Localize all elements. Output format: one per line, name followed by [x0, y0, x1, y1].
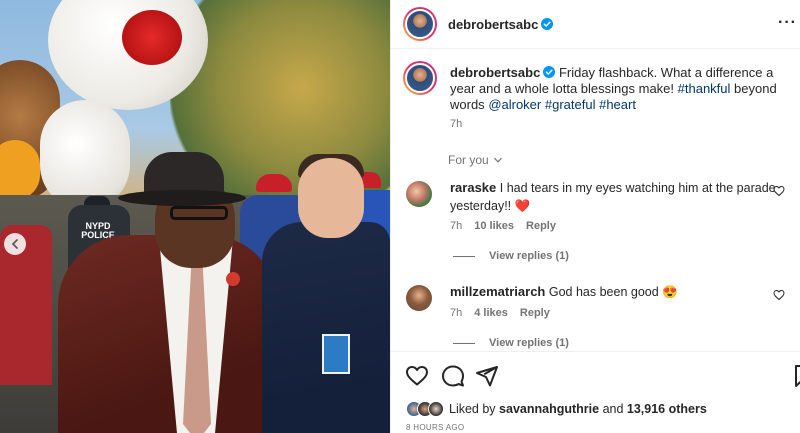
bookmark-icon[interactable]: [791, 364, 800, 388]
reply-button[interactable]: Reply: [520, 307, 550, 319]
liked-by-prefix: Liked by: [449, 402, 496, 416]
comment-meta: 7h 4 likes Reply: [450, 307, 550, 319]
view-replies-label: View replies (1): [489, 337, 569, 349]
comment-emoji: 😍: [662, 285, 678, 299]
carousel-prev-button[interactable]: [4, 233, 26, 255]
post-photo[interactable]: NYPD POLICE: [0, 0, 390, 433]
liked-by-user[interactable]: savannahguthrie: [499, 402, 599, 416]
commenter-username[interactable]: raraske: [450, 180, 496, 195]
verified-badge-icon: [541, 18, 554, 30]
hashtag-grateful[interactable]: #grateful: [545, 97, 596, 112]
comment-body: raraske I had tears in my eyes watching …: [450, 179, 780, 215]
chevron-down-icon: [493, 157, 502, 163]
comment-like-icon[interactable]: [773, 185, 785, 197]
man-smiling-face: [298, 158, 364, 238]
hashtag-heart[interactable]: #heart: [599, 97, 636, 112]
verified-badge-icon: [543, 66, 556, 78]
more-options-button[interactable]: ···: [778, 14, 797, 32]
comment-meta: 7h 10 likes Reply: [450, 220, 556, 232]
author-username[interactable]: debrobertsabc: [448, 17, 554, 32]
parade-balloon-orange: [0, 140, 40, 200]
man-fedora-hat: [118, 152, 246, 210]
comment-like-icon[interactable]: [773, 289, 785, 301]
view-replies-button[interactable]: View replies (1): [453, 250, 569, 262]
comment-sort-label: For you: [448, 153, 489, 167]
post-actions-bar: Liked by savannahguthrie and 13,916 othe…: [391, 351, 800, 433]
liked-by-avatars: [406, 401, 444, 417]
lanyard-badge: [322, 334, 350, 374]
comment-emoji: ❤️: [514, 199, 531, 213]
post-detail-panel: debrobertsabc ··· debrobertsabc Friday f…: [390, 0, 800, 433]
comment-time: 7h: [450, 220, 463, 232]
comment-sort-dropdown[interactable]: For you: [448, 153, 503, 167]
liked-by-row[interactable]: Liked by savannahguthrie and 13,916 othe…: [406, 401, 707, 417]
heart-icon[interactable]: [405, 364, 429, 388]
caption-text: debrobertsabc Friday flashback. What a d…: [450, 65, 800, 113]
replies-line: [453, 342, 475, 344]
commenter-username[interactable]: millzematriarch: [450, 284, 545, 299]
replies-line: [453, 255, 475, 257]
lapel-flower: [226, 272, 240, 286]
post-time-ago[interactable]: 8 HOURS AGO: [406, 423, 464, 432]
hashtag-thankful[interactable]: #thankful: [678, 81, 731, 96]
reply-button[interactable]: Reply: [526, 220, 556, 232]
man-navy-jacket: [262, 222, 390, 433]
comment-icon[interactable]: [441, 364, 465, 388]
view-replies-button[interactable]: View replies (1): [453, 337, 569, 349]
liked-by-others[interactable]: 13,916 others: [627, 402, 707, 416]
liked-by-joiner: and: [602, 402, 624, 416]
commenter-avatar[interactable]: [406, 181, 432, 207]
comment-likes[interactable]: 10 likes: [474, 220, 514, 232]
caption-username[interactable]: debrobertsabc: [450, 65, 540, 80]
comment-likes[interactable]: 4 likes: [474, 307, 508, 319]
share-icon[interactable]: [475, 364, 499, 388]
comment-text: God has been good: [548, 285, 659, 299]
caption-author-avatar[interactable]: [403, 61, 437, 95]
caption-timestamp: 7h: [450, 118, 463, 130]
post-header: debrobertsabc ···: [391, 0, 800, 49]
parade-balloon-red-accent: [122, 10, 182, 65]
comment-text: I had tears in my eyes watching him at t…: [450, 181, 776, 213]
view-replies-label: View replies (1): [489, 250, 569, 262]
mention-alroker[interactable]: @alroker: [488, 97, 541, 112]
chevron-left-icon: [11, 239, 18, 249]
red-cap: [256, 174, 292, 192]
author-avatar[interactable]: [403, 7, 437, 41]
parade-balloon-leg: [40, 100, 130, 210]
commenter-avatar[interactable]: [406, 285, 432, 311]
comment-time: 7h: [450, 307, 463, 319]
comment-body: millzematriarch God has been good 😍: [450, 283, 780, 301]
